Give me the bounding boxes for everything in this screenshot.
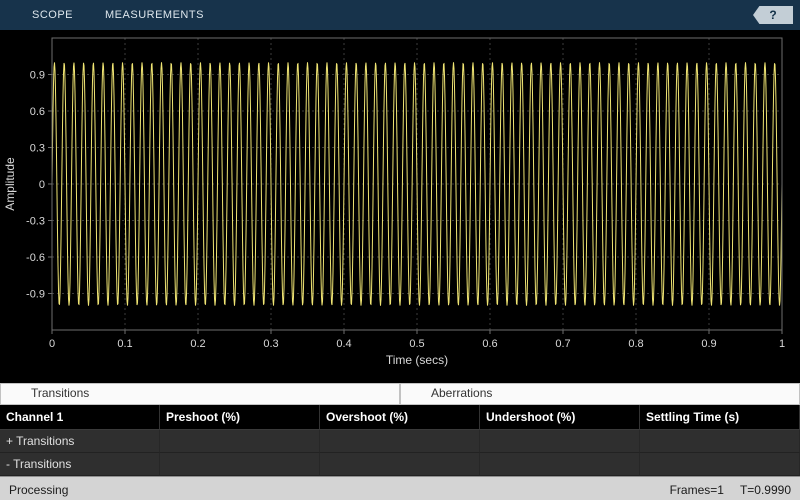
svg-text:0.9: 0.9 (30, 70, 45, 82)
table-cell (320, 453, 480, 476)
question-mark-icon: ? (769, 8, 777, 22)
table-cell (320, 430, 480, 453)
table-row: - Transitions (0, 453, 800, 476)
svg-text:Time (secs): Time (secs) (386, 353, 448, 367)
svg-text:0.9: 0.9 (701, 338, 716, 350)
svg-text:-0.9: -0.9 (26, 289, 45, 301)
svg-text:0: 0 (49, 338, 55, 350)
help-button[interactable]: ? (753, 6, 793, 24)
scope-display[interactable]: 0 0.1 0.2 0.3 0.4 0.5 0.6 0.7 0.8 0.9 1 -0.9 -0.6 -0.… (0, 30, 800, 383)
svg-text:0.8: 0.8 (628, 338, 643, 350)
table-cell (480, 453, 640, 476)
scope-plot: 0 0.1 0.2 0.3 0.4 0.5 0.6 0.7 0.8 0.9 1 -0.9 -0.6 -0.… (0, 30, 800, 378)
svg-text:0.6: 0.6 (30, 106, 45, 118)
table-cell (480, 430, 640, 453)
status-text: Processing (9, 483, 69, 497)
table-cell (640, 453, 800, 476)
row-label: + Transitions (0, 430, 160, 453)
column-header-undershoot: Undershoot (%) (480, 405, 640, 430)
scope-window: SCOPE MEASUREMENTS ? 0 0.1 0.2 0.3 0.4 0.5 0.6… (0, 0, 800, 500)
measurement-panels-bar: Transitions Aberrations (0, 383, 800, 405)
svg-text:0.2: 0.2 (190, 338, 205, 350)
svg-text:0.1: 0.1 (117, 338, 132, 350)
panel-header-transitions[interactable]: Transitions (0, 383, 400, 405)
svg-text:0.3: 0.3 (30, 143, 45, 155)
tab-measurements[interactable]: MEASUREMENTS (89, 0, 220, 30)
status-bar: Processing Frames=1 T=0.9990 (0, 476, 800, 500)
table-cell (640, 430, 800, 453)
svg-text:0: 0 (39, 179, 45, 191)
panel-header-aberrations[interactable]: Aberrations (400, 383, 800, 405)
table-row: + Transitions (0, 430, 800, 453)
row-label: - Transitions (0, 453, 160, 476)
status-counters: Frames=1 T=0.9990 (670, 483, 791, 497)
time-counter: T=0.9990 (739, 483, 791, 497)
column-header-overshoot: Overshoot (%) (320, 405, 480, 430)
frames-counter: Frames=1 (669, 483, 724, 497)
measurements-table: Channel 1 Preshoot (%) Overshoot (%) Und… (0, 405, 800, 476)
column-header-preshoot: Preshoot (%) (160, 405, 320, 430)
table-cell (160, 430, 320, 453)
svg-text:1: 1 (779, 338, 785, 350)
svg-text:Amplitude: Amplitude (3, 157, 17, 211)
svg-text:0.3: 0.3 (263, 338, 278, 350)
svg-text:0.7: 0.7 (555, 338, 570, 350)
table-cell (160, 453, 320, 476)
svg-text:-0.6: -0.6 (26, 252, 45, 264)
toolstrip: SCOPE MEASUREMENTS ? (0, 0, 800, 30)
svg-text:0.5: 0.5 (409, 338, 424, 350)
table-header-row: Channel 1 Preshoot (%) Overshoot (%) Und… (0, 405, 800, 430)
svg-text:0.4: 0.4 (336, 338, 351, 350)
column-header-settling-time: Settling Time (s) (640, 405, 800, 430)
tab-scope[interactable]: SCOPE (16, 0, 89, 30)
svg-text:-0.3: -0.3 (26, 216, 45, 228)
svg-text:0.6: 0.6 (482, 338, 497, 350)
column-header-channel: Channel 1 (0, 405, 160, 430)
